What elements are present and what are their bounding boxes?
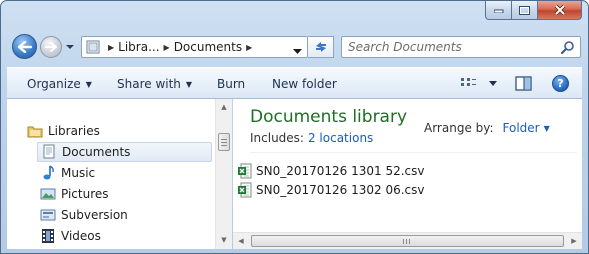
arrange-by-label: Arrange by:: [424, 121, 494, 135]
arrow-left-icon: [17, 40, 32, 53]
refresh-button[interactable]: [308, 36, 334, 58]
address-dropdown-icon[interactable]: [293, 44, 302, 58]
search-input[interactable]: [348, 40, 558, 54]
address-row: ▶ Libra... ▶ Documents ▶: [1, 33, 588, 61]
nav-pane-scrollbar[interactable]: ▲ ▼: [215, 99, 232, 249]
nav-item-label: Libraries: [48, 124, 100, 138]
nav-item-libraries[interactable]: Libraries: [27, 121, 100, 141]
nav-item-pictures[interactable]: Pictures: [40, 184, 109, 204]
nav-item-subversion[interactable]: Subversion: [40, 205, 128, 225]
maximize-button[interactable]: [512, 1, 538, 20]
view-icon: [461, 78, 476, 86]
excel-csv-icon: [238, 163, 252, 179]
scroll-down-icon[interactable]: ▼: [216, 232, 232, 248]
recent-pages-button[interactable]: [65, 41, 75, 51]
library-title: Documents library: [250, 107, 408, 127]
libraries-icon: [27, 123, 43, 139]
nav-item-label: Music: [61, 166, 96, 180]
share-with-label: Share with: [117, 77, 181, 91]
chevron-down-icon: [489, 81, 497, 86]
chevron-down-icon: ▼: [185, 80, 193, 89]
includes-label: Includes:: [250, 131, 304, 145]
breadcrumb-documents[interactable]: Documents: [174, 40, 242, 54]
search-icon[interactable]: [560, 40, 575, 57]
file-name: SN0_20170126 1301 52.csv: [256, 164, 425, 178]
refresh-icon: [315, 42, 326, 52]
scroll-left-icon[interactable]: ◀: [233, 233, 249, 249]
search-box[interactable]: [341, 36, 581, 58]
preview-pane-icon: [515, 76, 532, 91]
nav-item-music[interactable]: Music: [40, 163, 95, 183]
excel-csv-icon: [238, 182, 252, 198]
chevron-down-icon[interactable]: ▼: [544, 124, 550, 133]
caption-buttons: [485, 1, 582, 21]
minimize-icon: [493, 9, 503, 13]
nav-item-label: Documents: [62, 145, 131, 159]
scroll-up-icon[interactable]: ▲: [216, 99, 232, 115]
breadcrumb-libraries[interactable]: Libra...: [118, 40, 159, 54]
organize-label: Organize: [27, 77, 81, 91]
burn-button[interactable]: Burn: [217, 77, 245, 91]
back-button[interactable]: [12, 34, 37, 59]
divider: [250, 152, 577, 153]
explorer-window: ▶ Libra... ▶ Documents ▶ Organize ▼ Share…: [0, 0, 589, 254]
library-includes: Includes: 2 locations: [250, 131, 373, 145]
scroll-right-icon[interactable]: ▶: [566, 233, 582, 249]
nav-item-videos[interactable]: Videos: [40, 226, 101, 246]
nav-item-documents[interactable]: Documents: [37, 142, 212, 162]
scrollbar-thumb[interactable]: [218, 133, 230, 151]
file-name: SN0_20170126 1302 06.csv: [256, 183, 425, 197]
documents-icon: [41, 144, 57, 160]
close-icon: [554, 5, 565, 15]
arrow-right-icon: [45, 42, 57, 52]
nav-item-label: Subversion: [61, 208, 128, 222]
pictures-icon: [40, 186, 56, 202]
breadcrumb-separator-icon[interactable]: ▶: [246, 43, 252, 52]
preview-pane-button[interactable]: [515, 76, 533, 95]
content-pane: Documents library Includes: 2 locations A…: [233, 99, 582, 249]
content-horizontal-scrollbar[interactable]: ◀ ▶: [233, 232, 582, 249]
help-button[interactable]: ?: [552, 75, 569, 92]
chevron-down-icon: [66, 45, 74, 49]
arrange-by-dropdown[interactable]: Folder: [503, 121, 540, 135]
scrollbar-thumb[interactable]: [251, 235, 564, 247]
forward-button[interactable]: [40, 36, 62, 58]
new-folder-button[interactable]: New folder: [272, 77, 337, 91]
nav-item-label: Videos: [61, 229, 101, 243]
minimize-button[interactable]: [485, 1, 512, 20]
folder-icon: [86, 39, 104, 55]
breadcrumb-separator-icon[interactable]: ▶: [164, 43, 170, 52]
change-view-button[interactable]: [460, 76, 499, 90]
close-button[interactable]: [538, 1, 582, 20]
help-icon: ?: [557, 77, 564, 90]
locations-link[interactable]: 2 locations: [308, 131, 373, 145]
chevron-down-icon: ▼: [85, 80, 92, 89]
address-bar[interactable]: ▶ Libra... ▶ Documents ▶: [81, 36, 308, 58]
subversion-icon: [40, 207, 56, 223]
music-icon: [40, 165, 56, 181]
maximize-icon: [519, 5, 530, 15]
file-item[interactable]: SN0_20170126 1301 52.csv: [237, 162, 425, 180]
breadcrumb-separator-icon[interactable]: ▶: [108, 43, 114, 52]
command-bar: Organize ▼ Share with ▼ Burn New folder ?: [7, 67, 582, 99]
share-with-menu[interactable]: Share with ▼: [117, 77, 192, 91]
navigation-pane: Libraries Documents Music Pictures Subve…: [7, 99, 232, 249]
videos-icon: [40, 228, 56, 244]
arrange-by: Arrange by: Folder ▼: [424, 121, 550, 135]
organize-menu[interactable]: Organize ▼: [27, 77, 92, 91]
nav-item-label: Pictures: [61, 187, 109, 201]
file-item[interactable]: SN0_20170126 1302 06.csv: [237, 181, 425, 199]
